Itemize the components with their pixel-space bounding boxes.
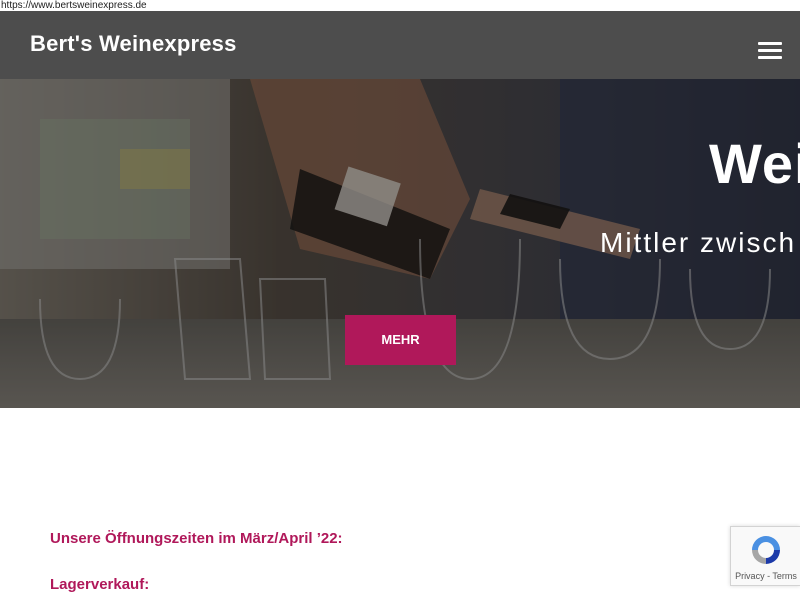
lagerverkauf-heading: Lagerverkauf: xyxy=(50,576,150,593)
brand-title[interactable]: Bert's Weinexpress xyxy=(30,31,237,57)
site-header: Bert's Weinexpress xyxy=(0,11,800,79)
url-bar: https://www.bertsweinexpress.de xyxy=(0,0,800,11)
hamburger-menu-icon[interactable] xyxy=(758,40,782,60)
hero-banner: Wei Mittler zwisch MEHR xyxy=(0,79,800,408)
recaptcha-links: Privacy - Terms xyxy=(731,571,800,581)
opening-hours-heading: Unsere Öffnungszeiten im März/April ’22: xyxy=(50,530,343,547)
mehr-button[interactable]: MEHR xyxy=(345,315,456,365)
hero-title: Wei xyxy=(709,132,800,195)
recaptcha-logo-icon xyxy=(752,536,780,564)
recaptcha-privacy-link[interactable]: Privacy xyxy=(735,571,765,581)
recaptcha-badge[interactable]: Privacy - Terms xyxy=(730,526,800,586)
recaptcha-terms-link[interactable]: Terms xyxy=(772,571,797,581)
hero-subtitle: Mittler zwisch xyxy=(600,227,797,258)
